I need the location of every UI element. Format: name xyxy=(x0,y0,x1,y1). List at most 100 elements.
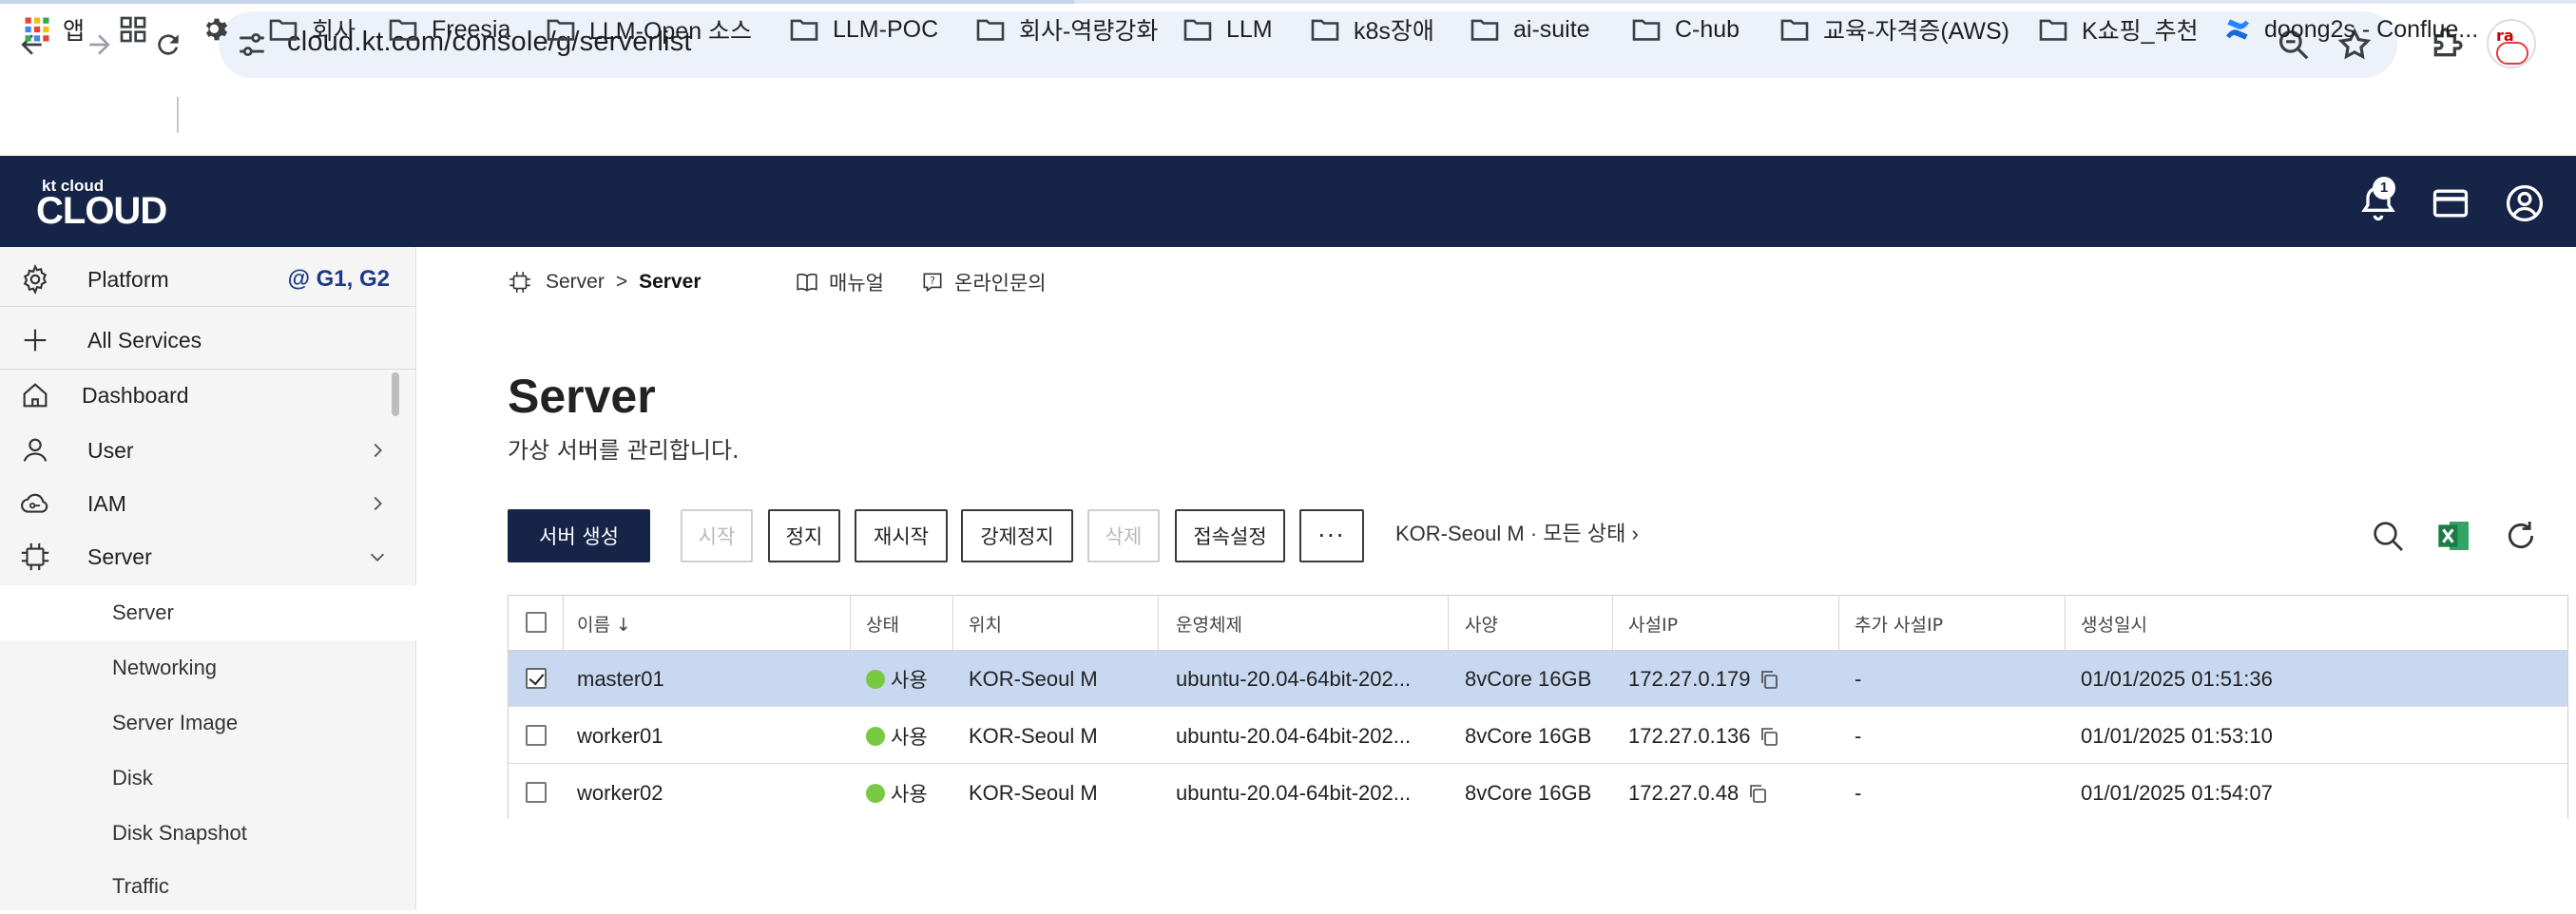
sidebar-subitem-networking[interactable]: Networking xyxy=(0,640,416,695)
refresh-icon[interactable] xyxy=(2502,517,2540,555)
sidebar-item-label: Server xyxy=(87,543,152,569)
stop-button[interactable]: 정지 xyxy=(768,509,840,562)
folder-icon xyxy=(1632,19,1661,41)
bookmark-label: 교육-자격증(AWS) xyxy=(1823,18,2009,45)
sidebar-item-label: Platform xyxy=(87,266,169,292)
gear-icon xyxy=(23,263,48,295)
status-dot-icon xyxy=(866,669,885,689)
bookmark-label: LLM xyxy=(1226,15,1273,43)
server-name[interactable]: worker01 xyxy=(577,708,663,764)
bookmark-folder[interactable]: LLM xyxy=(1182,10,1273,49)
bookmark-label: C-hub xyxy=(1675,15,1740,43)
status-text: 사용 xyxy=(891,725,928,749)
bookmark-folder[interactable]: Freesia xyxy=(388,10,510,49)
sidebar-item-all-services[interactable]: All Services xyxy=(0,314,416,367)
bookmark-folder[interactable]: k8s장애 xyxy=(1310,10,1434,49)
os-cell: ubuntu-20.04-64bit-202... xyxy=(1176,723,1412,748)
restart-button[interactable]: 재시작 xyxy=(855,509,948,562)
sidebar-subitem-server[interactable]: Server xyxy=(0,585,416,640)
breadcrumb-root[interactable]: Server xyxy=(546,271,605,294)
row-checkbox[interactable] xyxy=(526,668,547,689)
plus-icon xyxy=(24,329,47,352)
extra-ip-cell: - xyxy=(1855,780,1862,805)
bookmark-folder[interactable]: K쇼핑_추천 xyxy=(2038,10,2199,49)
bookmark-folder[interactable]: 회사-역량강화 xyxy=(975,10,1158,49)
search-icon[interactable] xyxy=(2369,517,2407,555)
start-button[interactable]: 시작 xyxy=(681,509,753,562)
table-row[interactable]: master01 사용 KOR-Seoul M ubuntu-20.04-64b… xyxy=(509,651,2567,707)
manual-label: 매뉴얼 xyxy=(829,272,884,295)
home-icon xyxy=(23,383,48,408)
bookmark-apps[interactable]: 앱 xyxy=(23,10,85,49)
tab-groups-button[interactable] xyxy=(118,10,148,49)
sidebar-item-label: All Services xyxy=(87,327,202,352)
billing-card-icon[interactable] xyxy=(2430,182,2471,224)
more-button[interactable]: ··· xyxy=(1299,509,1364,562)
manual-link[interactable]: 매뉴얼 xyxy=(795,268,884,296)
reload-button[interactable] xyxy=(146,23,190,67)
bookmark-folder[interactable]: C-hub xyxy=(1631,10,1740,49)
folder-icon xyxy=(1780,19,1809,41)
delete-button[interactable]: 삭제 xyxy=(1087,509,1160,562)
sidebar-subitem-traffic[interactable]: Traffic xyxy=(0,859,416,914)
app-header: kt cloud CLOUD xyxy=(0,156,2576,247)
location-cell: KOR-Seoul M xyxy=(969,723,1098,748)
bookmark-label: K쇼핑_추천 xyxy=(2082,18,2199,45)
server-name[interactable]: master01 xyxy=(577,651,664,707)
profile-avatar[interactable]: ra xyxy=(2487,19,2536,68)
folder-icon xyxy=(389,19,417,41)
chevron-right-icon xyxy=(374,443,382,458)
copy-icon[interactable] xyxy=(1758,668,1780,691)
create-server-button[interactable]: 서버 생성 xyxy=(508,509,650,562)
bookmark-folder[interactable]: 회사 xyxy=(268,10,356,49)
column-header-os: 운영체제 xyxy=(1176,614,1242,636)
chevron-right-icon xyxy=(374,496,382,511)
bookmark-label: k8s장애 xyxy=(1354,18,1434,45)
site-settings-icon[interactable] xyxy=(236,29,268,61)
sidebar-subitem-label: Disk xyxy=(112,766,153,790)
copy-icon[interactable] xyxy=(1746,782,1769,805)
status-text: 사용 xyxy=(891,668,928,692)
sidebar-item-iam[interactable]: IAM xyxy=(0,477,416,530)
excel-export-icon[interactable] xyxy=(2435,517,2473,555)
status-dot-icon xyxy=(866,783,885,803)
sidebar-subitem-label: Disk Snapshot xyxy=(112,821,247,845)
chip-icon xyxy=(21,543,49,571)
kt-cloud-logo[interactable]: kt cloud CLOUD xyxy=(36,177,179,232)
status-cell: 사용 xyxy=(866,651,928,707)
location-cell: KOR-Seoul M xyxy=(969,780,1098,805)
sidebar-item-server[interactable]: Server xyxy=(0,530,416,583)
bookmark-folder[interactable]: LLM-POC xyxy=(789,10,938,49)
bookmark-folder[interactable]: LLM-Open 소스 xyxy=(546,10,752,49)
column-header-name[interactable]: 이름 ↓ xyxy=(577,596,631,651)
settings-bookmark[interactable] xyxy=(202,10,232,49)
cloud-key-icon xyxy=(21,493,48,513)
select-all-checkbox[interactable] xyxy=(526,612,547,633)
server-name[interactable]: worker02 xyxy=(577,765,663,821)
copy-icon[interactable] xyxy=(1758,725,1780,748)
sidebar-item-dashboard[interactable]: Dashboard xyxy=(0,369,416,422)
table-row[interactable]: worker02 사용 KOR-Seoul M ubuntu-20.04-64b… xyxy=(509,765,2567,821)
region-status-filter[interactable]: KOR-Seoul M · 모든 상태 › xyxy=(1395,517,1639,547)
sidebar-item-user[interactable]: User xyxy=(0,424,416,477)
account-icon[interactable] xyxy=(2504,182,2546,224)
created-cell: 01/01/2025 01:54:07 xyxy=(2081,780,2273,805)
page-title: Server xyxy=(508,370,656,423)
access-settings-button[interactable]: 접속설정 xyxy=(1175,509,1285,562)
tab-strip-edge xyxy=(0,0,2576,4)
row-checkbox[interactable] xyxy=(526,725,547,746)
table-row[interactable]: worker01 사용 KOR-Seoul M ubuntu-20.04-64b… xyxy=(509,708,2567,764)
bookmark-label: ai-suite xyxy=(1513,15,1590,43)
bookmark-folder[interactable]: 교육-자격증(AWS) xyxy=(1779,10,2009,49)
row-checkbox[interactable] xyxy=(526,782,547,803)
sidebar-subitem-disk-snapshot[interactable]: Disk Snapshot xyxy=(0,806,416,861)
bookmark-folder[interactable]: ai-suite xyxy=(1470,10,1590,49)
sidebar-scrollbar[interactable] xyxy=(392,372,399,416)
force-stop-button[interactable]: 강제정지 xyxy=(961,509,1073,562)
sidebar-item-platform[interactable]: Platform @ G1, G2 xyxy=(0,253,416,306)
gear-icon xyxy=(205,18,228,41)
inquiry-link[interactable]: ? 온라인문의 xyxy=(920,268,1047,296)
sidebar-subitem-server-image[interactable]: Server Image xyxy=(0,695,416,751)
sidebar-subitem-disk[interactable]: Disk xyxy=(0,751,416,806)
bookmark-confluence[interactable]: doong2s - Conflue... xyxy=(2222,10,2478,49)
